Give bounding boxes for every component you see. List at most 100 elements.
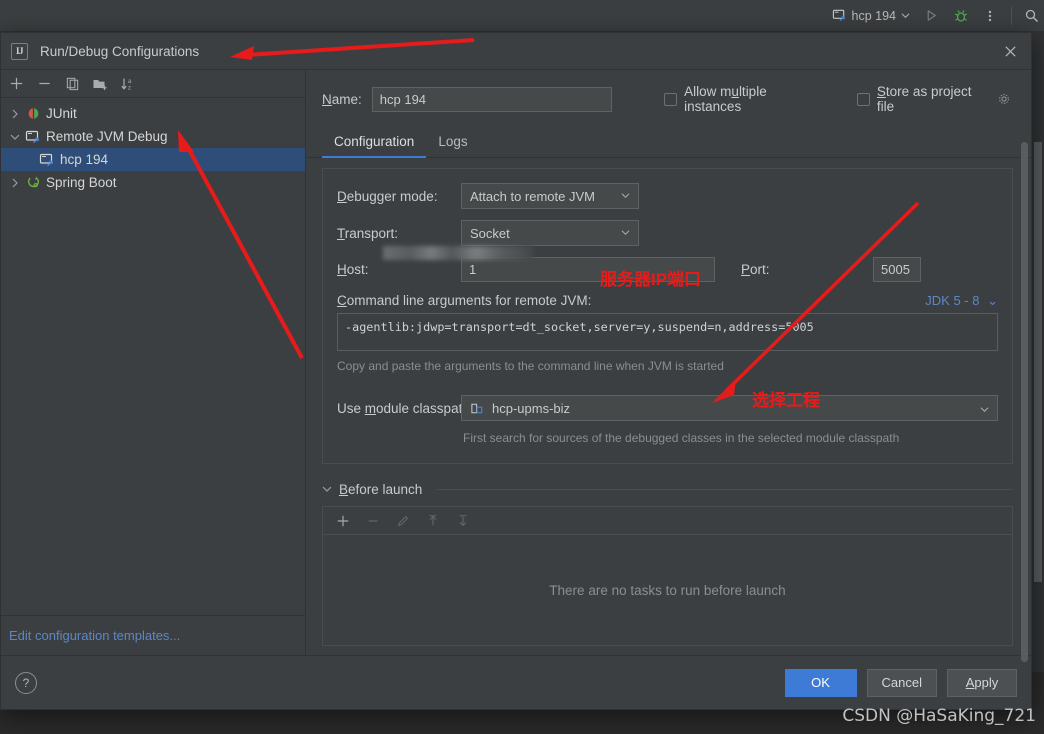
add-task-button[interactable] — [331, 510, 355, 532]
editor-scrollbar[interactable] — [1021, 96, 1028, 696]
store-as-project-file-label: Store as project file — [876, 84, 972, 114]
move-into-folder-button[interactable] — [87, 72, 113, 96]
module-classpath-select[interactable]: hcp-upms-biz — [461, 395, 998, 421]
before-launch-toolbar — [323, 507, 1012, 536]
run-play-icon — [924, 8, 939, 23]
config-tabs: Configuration Logs — [306, 128, 1031, 158]
edit-task-button[interactable] — [391, 510, 415, 532]
intellij-idea-icon: IJ — [11, 42, 28, 60]
svg-text:a: a — [128, 79, 132, 85]
chevron-down-icon: ⌄ — [987, 293, 998, 308]
tree-item-hcp-194[interactable]: hcp 194 — [1, 148, 305, 171]
transport-select[interactable]: Socket — [461, 220, 639, 246]
before-launch-box: There are no tasks to run before launch — [322, 506, 1013, 647]
chevron-right-icon[interactable] — [7, 109, 23, 119]
remove-configuration-button[interactable] — [31, 72, 57, 96]
tab-logs[interactable]: Logs — [426, 128, 479, 158]
run-button[interactable] — [924, 8, 939, 23]
dialog-footer: ? OK Cancel Apply — [1, 655, 1031, 709]
before-launch-title: Before launch — [339, 481, 423, 497]
more-vertical-icon — [983, 9, 997, 23]
junit-icon — [23, 106, 43, 121]
jdk-version-label: JDK 5 - 8 — [925, 293, 980, 308]
name-label: Name: — [322, 91, 362, 107]
port-label: Port: — [741, 262, 770, 277]
search-everywhere-button[interactable] — [1024, 8, 1040, 24]
chevron-down-icon[interactable] — [322, 480, 332, 498]
apply-button[interactable]: Apply — [947, 668, 1017, 697]
run-configuration-selector[interactable]: hcp 194 — [832, 8, 910, 23]
debug-button[interactable] — [953, 8, 969, 24]
module-classpath-value: hcp-upms-biz — [492, 400, 571, 416]
chevron-down-icon[interactable] — [7, 133, 23, 141]
configurations-tree[interactable]: JUnit Remote JVM Debug hcp 194 Spring Bo… — [1, 98, 305, 615]
dialog-buttons: OK Cancel Apply — [784, 668, 1017, 697]
host-input[interactable] — [461, 257, 715, 282]
module-classpath-row: Use module classpath: hcp-upms-biz — [337, 395, 998, 421]
ok-button[interactable]: OK — [784, 668, 857, 697]
jdk-version-selector[interactable]: JDK 5 - 8 ⌄ — [925, 293, 998, 309]
remove-task-button[interactable] — [361, 510, 385, 532]
before-launch-header[interactable]: Before launch — [322, 480, 1013, 498]
command-line-label: Command line arguments for remote JVM: — [337, 293, 592, 308]
cancel-button[interactable]: Cancel — [866, 668, 937, 697]
host-port-row: Host: Port: — [337, 257, 998, 282]
configuration-editor-panel: Name: Allow multiple instances Store as … — [306, 70, 1031, 662]
before-launch-empty-text: There are no tasks to run before launch — [549, 582, 786, 598]
name-input[interactable] — [371, 86, 613, 112]
chevron-down-icon — [621, 228, 630, 239]
command-line-arguments-field[interactable]: -agentlib:jdwp=transport=dt_socket,serve… — [337, 313, 998, 351]
debugger-mode-value: Attach to remote JVM — [470, 188, 595, 204]
gear-icon[interactable] — [997, 92, 1011, 106]
allow-multiple-instances-checkbox[interactable]: Allow multiple instances — [664, 84, 825, 114]
ide-toolbar: hcp 194 — [0, 0, 1044, 32]
sort-configurations-button[interactable]: a z — [115, 72, 141, 96]
tree-toolbar: a z — [1, 70, 305, 98]
debugger-mode-select[interactable]: Attach to remote JVM — [461, 183, 639, 209]
module-classpath-hint: First search for sources of the debugged… — [463, 431, 900, 445]
port-input[interactable] — [873, 257, 921, 282]
configuration-section: Debugger mode: Attach to remote JVM Tran… — [322, 168, 1013, 465]
tree-item-junit[interactable]: JUnit — [1, 102, 305, 125]
tab-configuration[interactable]: Configuration — [322, 128, 427, 158]
add-configuration-button[interactable] — [3, 72, 29, 96]
remote-jvm-debug-icon — [37, 152, 57, 168]
tree-item-label: Spring Boot — [46, 175, 117, 190]
dialog-body: a z JUnit Remote JVM Debug hcp 194 Sprin… — [1, 69, 1031, 662]
editor-scrollbar-thumb[interactable] — [1021, 142, 1028, 662]
tree-footer: Edit configuration templates... — [1, 615, 305, 655]
chevron-down-icon — [621, 191, 630, 202]
spring-boot-icon — [23, 175, 43, 190]
checkbox-box[interactable] — [856, 92, 870, 106]
move-down-button[interactable] — [451, 510, 475, 532]
edit-configuration-templates-link[interactable]: Edit configuration templates... — [9, 628, 180, 643]
tree-item-spring-boot[interactable]: Spring Boot — [1, 171, 305, 194]
debugger-mode-row: Debugger mode: Attach to remote JVM — [337, 183, 998, 209]
more-actions-button[interactable] — [983, 9, 997, 23]
chevron-down-icon[interactable] — [901, 11, 910, 20]
close-icon[interactable] — [999, 40, 1021, 62]
tree-item-label: JUnit — [46, 106, 77, 121]
ide-right-scrollbar[interactable] — [1032, 32, 1044, 672]
tree-item-remote-jvm-debug[interactable]: Remote JVM Debug — [1, 125, 305, 148]
copy-configuration-button[interactable] — [59, 72, 85, 96]
checkbox-box[interactable] — [664, 92, 678, 106]
tree-item-label: Remote JVM Debug — [46, 129, 168, 144]
search-everywhere-icon — [1024, 8, 1040, 24]
debug-bug-icon — [953, 8, 969, 24]
screen-root: sucarderrite.mkdirs(); hcp 194 — [0, 0, 1044, 734]
help-button[interactable]: ? — [15, 671, 37, 694]
command-line-header: Command line arguments for remote JVM: J… — [337, 293, 998, 309]
name-row: Name: Allow multiple instances Store as … — [306, 70, 1031, 114]
chevron-right-icon[interactable] — [7, 178, 23, 188]
move-up-button[interactable] — [421, 510, 445, 532]
toolbar-separator — [1011, 6, 1012, 25]
allow-multiple-instances-label: Allow multiple instances — [684, 84, 767, 114]
transport-value: Socket — [470, 225, 510, 241]
ide-right-scrollbar-thumb[interactable] — [1034, 142, 1042, 582]
run-configuration-name: hcp 194 — [851, 8, 896, 23]
store-as-project-file-checkbox[interactable]: Store as project file — [856, 84, 1011, 114]
run-debug-configurations-dialog: IJ Run/Debug Configurations a z JUnit Re… — [0, 32, 1032, 710]
transport-row: Transport: Socket — [337, 220, 998, 246]
chevron-down-icon — [980, 401, 989, 416]
